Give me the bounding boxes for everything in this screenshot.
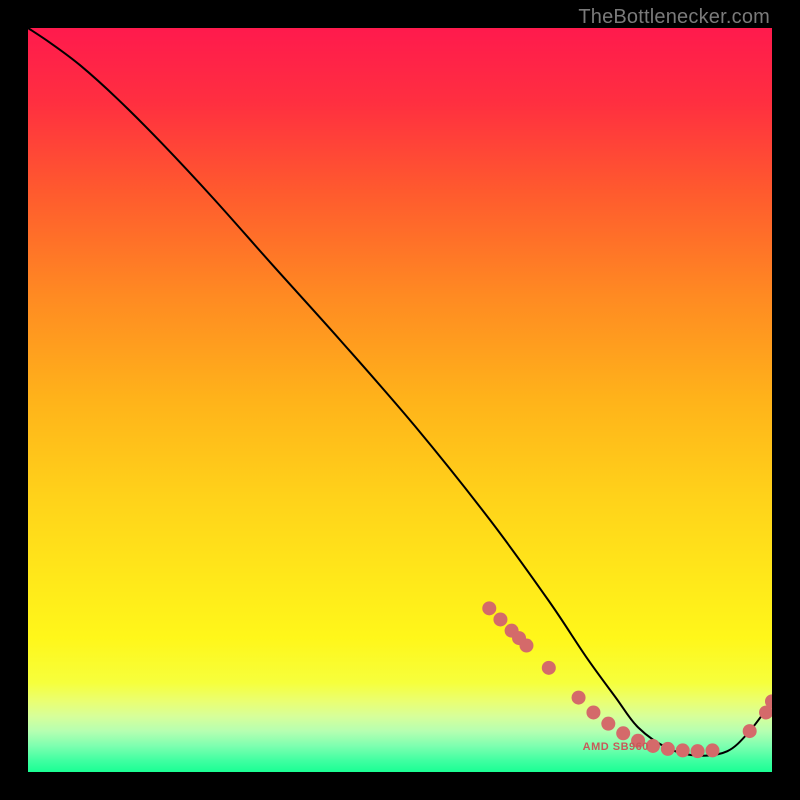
plot-area: AMD SB960 — [28, 28, 772, 772]
data-marker — [493, 612, 507, 626]
data-marker — [601, 717, 615, 731]
data-marker — [705, 743, 719, 757]
data-marker — [482, 601, 496, 615]
data-marker — [676, 743, 690, 757]
data-marker — [586, 705, 600, 719]
chart-stage: TheBottlenecker.com AMD SB960 — [0, 0, 800, 800]
data-marker — [572, 691, 586, 705]
data-marker — [616, 726, 630, 740]
watermark-text: TheBottlenecker.com — [578, 6, 770, 29]
annotation-label: AMD SB960 — [583, 741, 649, 753]
marker-group — [482, 601, 772, 758]
data-marker — [743, 724, 757, 738]
curve-layer: AMD SB960 — [28, 28, 772, 772]
data-marker — [661, 742, 675, 756]
data-marker — [542, 661, 556, 675]
data-marker — [691, 744, 705, 758]
data-marker — [519, 639, 533, 653]
main-curve — [28, 28, 772, 756]
